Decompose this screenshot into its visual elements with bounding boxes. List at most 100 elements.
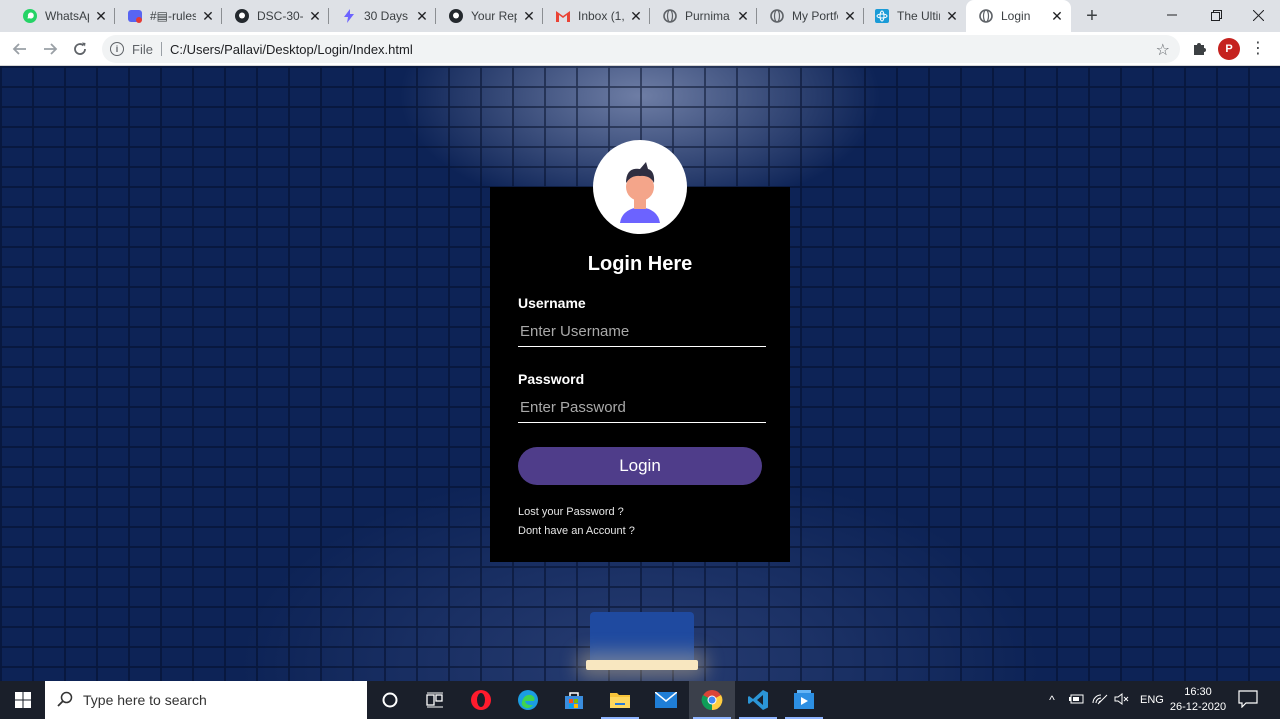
edge-button[interactable] bbox=[505, 681, 551, 719]
wifi-icon[interactable] bbox=[1092, 693, 1108, 708]
battery-icon[interactable] bbox=[1068, 693, 1084, 708]
bolt-icon bbox=[341, 8, 357, 24]
minimize-button[interactable] bbox=[1150, 0, 1194, 30]
tab-title: Inbox (1,2 bbox=[578, 9, 624, 23]
notification-center-button[interactable] bbox=[1238, 690, 1260, 710]
close-icon[interactable]: ✕ bbox=[307, 8, 323, 24]
globe-icon bbox=[769, 8, 785, 24]
tab-discord[interactable]: #▤-rules ✕ bbox=[115, 0, 222, 32]
close-icon[interactable]: ✕ bbox=[93, 8, 109, 24]
volume-muted-icon[interactable] bbox=[1114, 692, 1130, 708]
new-tab-button[interactable]: + bbox=[1080, 4, 1104, 28]
search-icon bbox=[57, 691, 73, 710]
tab-title: Your Repos bbox=[471, 9, 517, 23]
tab-whatsapp[interactable]: WhatsApp ✕ bbox=[10, 0, 115, 32]
task-view-button[interactable] bbox=[412, 681, 458, 719]
language-indicator[interactable]: ENG bbox=[1140, 694, 1164, 706]
tab-title: My Portfolio bbox=[792, 9, 838, 23]
clock-time: 16:30 bbox=[1184, 686, 1212, 698]
bookmark-star-icon[interactable]: ☆ bbox=[1156, 40, 1170, 60]
chevron-up-icon[interactable]: ^ bbox=[1044, 693, 1060, 707]
mail-icon bbox=[655, 692, 677, 708]
user-avatar bbox=[593, 140, 687, 234]
reload-button[interactable] bbox=[68, 37, 92, 61]
tab-my-portfolio[interactable]: My Portfolio ✕ bbox=[757, 0, 864, 32]
close-icon[interactable]: ✕ bbox=[628, 8, 644, 24]
login-button[interactable]: Login bbox=[518, 447, 762, 485]
media-player-icon bbox=[794, 690, 814, 709]
tab-title: Login bbox=[1001, 9, 1031, 23]
kebab-menu-icon[interactable]: ⋮ bbox=[1250, 38, 1266, 58]
password-label: Password bbox=[518, 371, 585, 387]
tab-dsc-github[interactable]: DSC-30-Days ✕ bbox=[222, 0, 329, 32]
lamp-light-decoration bbox=[586, 660, 698, 670]
lost-password-link[interactable]: Lost your Password ? bbox=[518, 506, 624, 518]
tab-title: Purnima bbox=[685, 9, 730, 23]
taskbar-search-box[interactable]: Type here to search bbox=[45, 681, 367, 719]
globe-icon bbox=[662, 8, 678, 24]
close-icon[interactable]: ✕ bbox=[842, 8, 858, 24]
opera-button[interactable] bbox=[458, 681, 504, 719]
vscode-icon bbox=[748, 690, 768, 710]
lamp-decoration bbox=[590, 612, 694, 666]
start-button[interactable] bbox=[0, 681, 45, 719]
arrow-right-icon bbox=[44, 43, 58, 55]
close-icon[interactable]: ✕ bbox=[414, 8, 430, 24]
windows-logo-icon bbox=[14, 692, 31, 708]
login-title: Login Here bbox=[587, 253, 693, 275]
react-icon bbox=[874, 8, 890, 24]
close-icon[interactable]: ✕ bbox=[1049, 8, 1065, 24]
restore-button[interactable] bbox=[1194, 0, 1238, 30]
tab-title: The Ultimate bbox=[897, 9, 940, 23]
profile-avatar[interactable]: P bbox=[1218, 38, 1240, 60]
extensions-puzzle-icon[interactable] bbox=[1192, 40, 1208, 60]
task-view-icon bbox=[426, 692, 443, 708]
url-scheme: File bbox=[132, 41, 153, 57]
password-input[interactable] bbox=[518, 393, 766, 423]
minimize-icon bbox=[1167, 14, 1177, 16]
close-icon[interactable]: ✕ bbox=[735, 8, 751, 24]
vscode-button[interactable] bbox=[735, 681, 781, 719]
close-icon[interactable]: ✕ bbox=[200, 8, 216, 24]
browser-toolbar: i File C:/Users/Pallavi/Desktop/Login/In… bbox=[0, 32, 1280, 66]
store-button[interactable] bbox=[551, 681, 597, 719]
edge-icon bbox=[518, 690, 538, 710]
reload-icon bbox=[74, 42, 86, 55]
user-avatar-icon bbox=[602, 149, 678, 225]
file-explorer-button[interactable] bbox=[597, 681, 643, 719]
info-icon[interactable]: i bbox=[110, 42, 124, 56]
clock-date: 26-12-2020 bbox=[1169, 701, 1227, 713]
restore-icon bbox=[1210, 9, 1222, 21]
signup-link[interactable]: Dont have an Account ? bbox=[518, 525, 635, 537]
github-icon bbox=[234, 8, 250, 24]
chrome-button[interactable] bbox=[689, 681, 735, 719]
windows-taskbar: Type here to search ^ ENG 16:30 26-12-20… bbox=[0, 681, 1280, 719]
tab-your-repos[interactable]: Your Repos ✕ bbox=[436, 0, 543, 32]
cortana-button[interactable] bbox=[367, 681, 413, 719]
store-icon bbox=[565, 692, 583, 709]
username-label: Username bbox=[518, 295, 586, 311]
address-bar[interactable]: i File C:/Users/Pallavi/Desktop/Login/In… bbox=[102, 35, 1180, 63]
forward-button[interactable] bbox=[38, 37, 62, 61]
close-icon[interactable]: ✕ bbox=[944, 8, 960, 24]
page-viewport: Login Here Username Password Login Lost … bbox=[0, 66, 1280, 681]
cortana-icon bbox=[382, 692, 398, 708]
username-input[interactable] bbox=[518, 317, 766, 347]
tab-purnima[interactable]: Purnima ✕ bbox=[650, 0, 757, 32]
chrome-icon bbox=[701, 690, 723, 711]
taskbar-clock[interactable]: 16:30 26-12-2020 bbox=[1168, 685, 1228, 715]
globe-icon bbox=[978, 8, 994, 24]
tab-gmail[interactable]: Inbox (1,2 ✕ bbox=[543, 0, 650, 32]
close-window-button[interactable] bbox=[1236, 0, 1280, 30]
url-text[interactable]: C:/Users/Pallavi/Desktop/Login/Index.htm… bbox=[170, 42, 413, 57]
arrow-left-icon bbox=[12, 43, 26, 55]
tab-title: 30 Days of bbox=[364, 9, 410, 23]
tab-30-days[interactable]: 30 Days of ✕ bbox=[329, 0, 436, 32]
mail-button[interactable] bbox=[643, 681, 689, 719]
media-player-button[interactable] bbox=[781, 681, 827, 719]
tab-login[interactable]: Login ✕ bbox=[966, 0, 1071, 32]
tab-the-ultimate[interactable]: The Ultimate ✕ bbox=[862, 0, 966, 32]
close-icon[interactable]: ✕ bbox=[521, 8, 537, 24]
back-button[interactable] bbox=[8, 37, 32, 61]
gmail-icon bbox=[555, 8, 571, 24]
